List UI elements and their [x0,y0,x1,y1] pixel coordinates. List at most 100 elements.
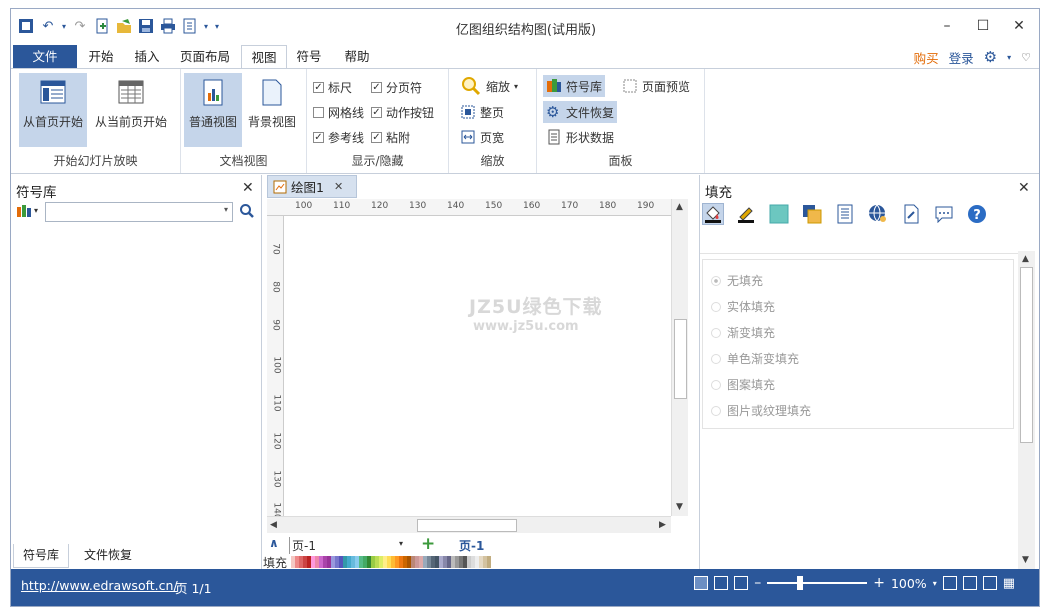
close-icon[interactable]: ✕ [1018,180,1030,196]
login-link[interactable]: 登录 [949,48,974,67]
close-icon[interactable]: ✕ [1001,13,1037,39]
zoom-level: 100% [890,575,927,591]
fill-option-solid[interactable]: 实体填充 [711,298,775,315]
shadow-icon[interactable] [768,203,790,225]
from-current-page-label: 从当前页开始 [95,115,168,129]
zoom-button[interactable]: 缩放 ▾ [457,75,521,97]
settings-gear-icon[interactable]: ⚙ [984,48,997,66]
document-tab[interactable]: 绘图1 ✕ [267,175,357,198]
background-view-button[interactable]: 背景视图 [243,73,301,147]
actual-size-icon[interactable] [982,576,997,590]
horizontal-scrollbar[interactable]: ◀ ▶ [267,516,671,533]
fill-option-picture[interactable]: 图片或纹理填充 [711,402,811,419]
web-view-icon[interactable] [734,576,749,590]
website-link[interactable]: http://www.edrawsoft.cn/ [21,578,178,593]
scroll-right-icon[interactable]: ▶ [659,520,666,530]
fill-option-none[interactable]: 无填充 [711,272,763,289]
guides-checkbox[interactable]: ✓ 参考线 [313,129,364,146]
tab-symbols[interactable]: 符号 [291,45,327,69]
fit-page-icon[interactable] [942,576,957,590]
whole-page-button[interactable]: 整页 [457,101,507,123]
page-width-label: 页宽 [480,130,505,145]
page-select[interactable]: 页-1 ▾ [289,537,407,554]
attachment-note-icon[interactable] [900,203,922,225]
normal-view-button[interactable]: 普通视图 [184,73,242,147]
zoom-in-icon[interactable]: + [873,575,885,591]
action-buttons-checkbox[interactable]: ✓ 动作按钮 [371,104,434,121]
chevron-up-icon[interactable]: ∧ [269,536,279,550]
heart-icon[interactable]: ♡ [1021,51,1031,64]
page-tab[interactable]: 页-1 [459,537,484,554]
add-page-icon[interactable]: + [421,534,435,554]
ruler-label: 190 [637,201,655,211]
scroll-left-icon[interactable]: ◀ [270,520,277,530]
scroll-up-icon[interactable]: ▲ [676,202,683,212]
page-width-button[interactable]: 页宽 [457,126,507,148]
pagebreak-checkbox[interactable]: ✓ 分页符 [371,79,422,96]
line-pen-icon[interactable] [735,203,757,225]
tab-file-recovery[interactable]: 文件恢复 [75,544,141,568]
dropdown-arrow-icon[interactable]: ▾ [34,206,38,215]
from-current-page-button[interactable]: 从当前页开始 [95,73,167,147]
file-recovery-toggle[interactable]: ⚙ 文件恢复 [543,101,618,123]
zoom-slider[interactable] [767,576,868,590]
reading-view-icon[interactable] [714,576,729,590]
zoom-out-icon[interactable]: – [754,575,761,591]
scroll-thumb[interactable] [674,319,687,399]
symbol-search-input[interactable]: ▾ [45,202,233,222]
fill-panel-scrollbar[interactable]: ▲ ▼ [1018,251,1035,569]
search-icon[interactable] [239,203,255,223]
fill-label: 填充 [263,555,288,570]
fill-option-pattern[interactable]: 图案填充 [711,376,775,393]
vertical-scrollbar[interactable]: ▲ ▼ [671,199,688,516]
dropdown-arrow-icon[interactable]: ▾ [1007,53,1011,62]
fill-option-mono-gradient[interactable]: 单色渐变填充 [711,350,799,367]
shape-data-toggle[interactable]: 形状数据 [543,126,617,148]
library-menu-icon[interactable] [17,205,31,219]
grid-icon[interactable]: ▦ [1003,576,1015,591]
tab-view[interactable]: 视图 [241,45,287,69]
tab-file[interactable]: 文件 [13,45,77,69]
snap-checkbox[interactable]: ✓ 粘附 [371,129,410,146]
scroll-up-icon[interactable]: ▲ [1022,254,1029,264]
checkbox-checked-icon: ✓ [371,107,382,118]
chevron-down-icon[interactable]: ▾ [224,205,228,214]
fit-width-icon[interactable] [962,576,977,590]
drawing-canvas[interactable] [284,216,671,516]
scroll-down-icon[interactable]: ▼ [1022,555,1029,565]
minimize-icon[interactable]: – [929,13,965,39]
symbol-library-label: 符号库 [566,79,603,94]
tab-home[interactable]: 开始 [81,45,121,69]
comment-icon[interactable] [933,203,955,225]
scroll-thumb[interactable] [1020,267,1033,443]
help-icon[interactable]: ? [966,203,988,225]
ruler-checkbox[interactable]: ✓ 标尺 [313,79,352,96]
normal-view-status-icon[interactable] [694,576,709,590]
tab-help[interactable]: 帮助 [337,45,377,69]
layers-icon[interactable] [801,203,823,225]
buy-link[interactable]: 购买 [914,48,939,67]
hyperlink-globe-icon[interactable] [867,203,889,225]
color-swatches[interactable] [291,556,492,568]
from-first-page-button[interactable]: 从首页开始 [19,73,87,147]
fill-option-gradient[interactable]: 渐变填充 [711,324,775,341]
dropdown-arrow-icon[interactable]: ▾ [933,579,937,588]
close-tab-icon[interactable]: ✕ [334,180,343,193]
tab-page-layout[interactable]: 页面布局 [173,45,237,69]
tab-insert[interactable]: 插入 [127,45,167,69]
symbol-library-toggle[interactable]: 符号库 [543,75,606,97]
document-properties-icon[interactable] [834,203,856,225]
scroll-thumb[interactable] [417,519,517,532]
fill-bucket-icon[interactable] [702,203,724,225]
gridlines-checkbox[interactable]: 网格线 [313,104,364,121]
zoom-slider-knob[interactable] [797,576,804,590]
maximize-icon[interactable]: ☐ [965,13,1001,39]
radio-icon [711,405,721,416]
fill-options-group: 无填充 实体填充 渐变填充 单色渐变填充 图案填充 图片或纹理填充 [702,259,1014,429]
scroll-down-icon[interactable]: ▼ [676,502,683,512]
tab-symbol-library[interactable]: 符号库 [13,544,70,568]
page-preview-label: 页面预览 [642,79,691,94]
close-icon[interactable]: ✕ [242,180,254,196]
page-preview-toggle[interactable]: 页面预览 [619,75,693,97]
fill-panel: 填充 ✕ ? 无填充 实体填充 渐变填充 单色渐变填充 图案填充 图片或纹理填充… [699,175,1039,569]
